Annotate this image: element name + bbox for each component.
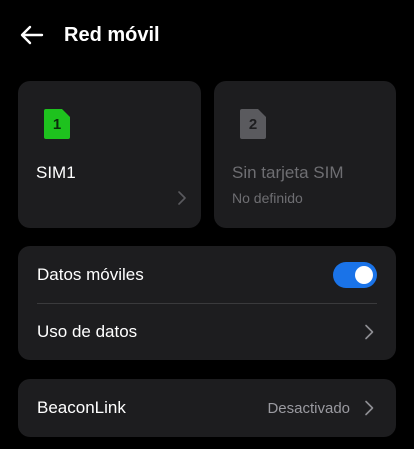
chevron-right-icon: [364, 400, 374, 416]
sim-number: 1: [52, 116, 62, 133]
back-button[interactable]: [16, 19, 48, 51]
chevron-right-icon: [364, 324, 374, 340]
toggle-knob: [355, 266, 373, 284]
mobile-settings-card: Datos móviles Uso de datos: [18, 246, 396, 360]
beaconlink-status: Desactivado: [267, 400, 350, 417]
mobile-data-toggle[interactable]: [333, 262, 377, 288]
sim-name: Sin tarjeta SIM: [232, 163, 344, 182]
arrow-left-icon: [20, 25, 44, 45]
app-header: Red móvil: [0, 0, 414, 68]
sim-number: 2: [248, 116, 258, 133]
sim-card-icon: 2: [240, 109, 266, 139]
beaconlink-row[interactable]: BeaconLink Desactivado: [18, 379, 396, 437]
sim1-card[interactable]: 1 SIM1: [18, 81, 201, 228]
beaconlink-card: BeaconLink Desactivado: [18, 379, 396, 437]
beaconlink-label: BeaconLink: [37, 398, 126, 417]
sim-status: No definido: [232, 190, 303, 206]
mobile-data-row[interactable]: Datos móviles: [18, 246, 396, 303]
sim2-card[interactable]: 2 Sin tarjeta SIM No definido: [214, 81, 396, 228]
chevron-right-icon: [177, 191, 187, 205]
data-usage-label: Uso de datos: [37, 322, 138, 341]
mobile-data-label: Datos móviles: [37, 265, 144, 284]
data-usage-row[interactable]: Uso de datos: [18, 303, 396, 360]
sim-name: SIM1: [36, 163, 76, 182]
page-title: Red móvil: [64, 24, 160, 46]
sim-card-icon: 1: [44, 109, 70, 139]
